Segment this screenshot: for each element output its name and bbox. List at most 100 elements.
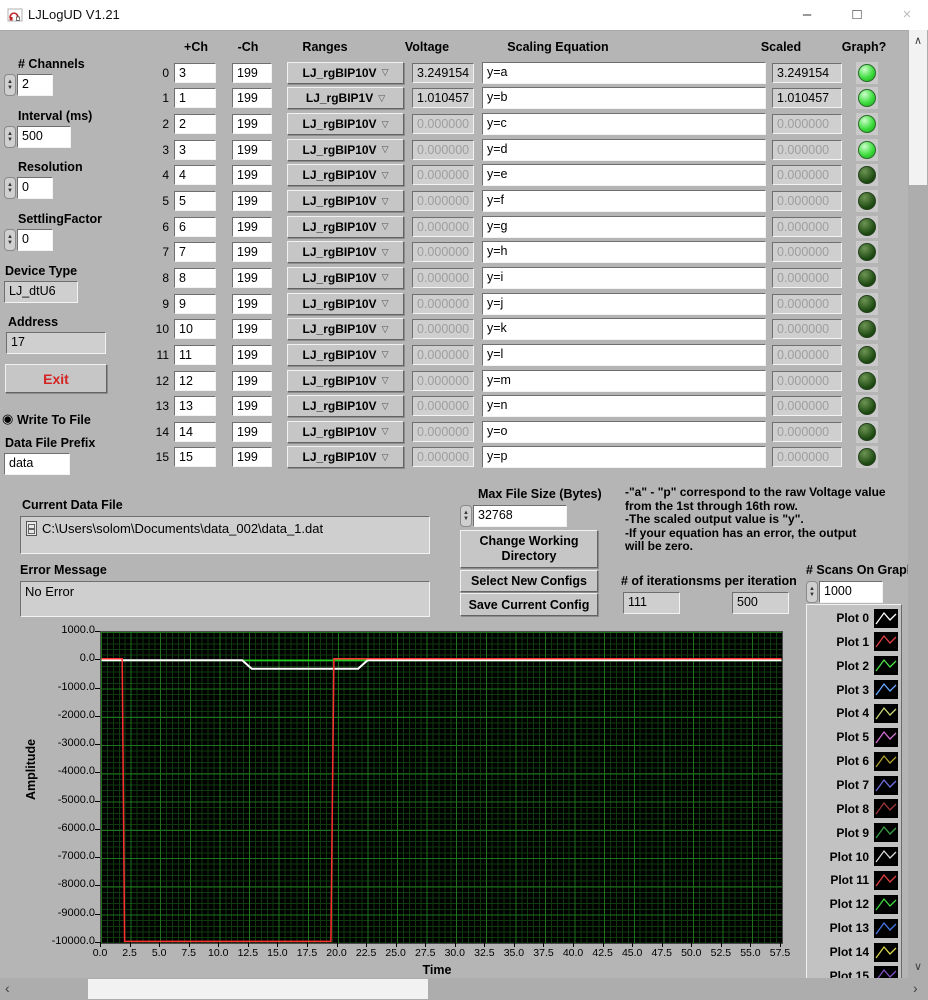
- horizontal-scrollbar[interactable]: ‹ ›: [0, 978, 928, 1000]
- range-dropdown[interactable]: LJ_rgBIP10V▽: [287, 139, 404, 161]
- scaling-equation-input[interactable]: y=p: [482, 446, 766, 468]
- scaling-equation-input[interactable]: y=o: [482, 421, 766, 443]
- range-dropdown[interactable]: LJ_rgBIP10V▽: [287, 241, 404, 263]
- legend-item[interactable]: Plot 5: [810, 727, 898, 747]
- path-type-icon[interactable]: [26, 521, 37, 536]
- neg-channel-input[interactable]: 199: [232, 63, 272, 83]
- scaling-equation-input[interactable]: y=j: [482, 293, 766, 315]
- change-working-directory-button[interactable]: Change Working Directory: [460, 530, 598, 568]
- scans-on-graph-input[interactable]: 1000: [819, 581, 883, 603]
- graph-led-toggle[interactable]: [856, 344, 878, 366]
- range-dropdown[interactable]: LJ_rgBIP10V▽: [287, 344, 404, 366]
- range-dropdown[interactable]: LJ_rgBIP10V▽: [287, 446, 404, 468]
- pos-channel-input[interactable]: 1: [174, 88, 216, 108]
- pos-channel-input[interactable]: 11: [174, 345, 216, 365]
- neg-channel-input[interactable]: 199: [232, 191, 272, 211]
- range-dropdown[interactable]: LJ_rgBIP10V▽: [287, 421, 404, 443]
- neg-channel-input[interactable]: 199: [232, 140, 272, 160]
- minimize-button[interactable]: –: [790, 3, 824, 27]
- close-button[interactable]: ×: [890, 3, 924, 27]
- scaling-equation-input[interactable]: y=a: [482, 62, 766, 84]
- data-file-prefix-input[interactable]: data: [4, 453, 70, 475]
- pos-channel-input[interactable]: 2: [174, 114, 216, 134]
- maximize-button[interactable]: □: [840, 3, 874, 27]
- pos-channel-input[interactable]: 3: [174, 140, 216, 160]
- pos-channel-input[interactable]: 5: [174, 191, 216, 211]
- legend-item[interactable]: Plot 11: [810, 870, 898, 890]
- scroll-right-icon[interactable]: ›: [913, 983, 918, 994]
- scaling-equation-input[interactable]: y=k: [482, 318, 766, 340]
- pos-channel-input[interactable]: 14: [174, 422, 216, 442]
- range-dropdown[interactable]: LJ_rgBIP10V▽: [287, 318, 404, 340]
- graph-led-toggle[interactable]: [856, 190, 878, 212]
- interval-input[interactable]: 500: [17, 126, 71, 148]
- neg-channel-input[interactable]: 199: [232, 422, 272, 442]
- legend-item[interactable]: Plot 8: [810, 799, 898, 819]
- legend-item[interactable]: Plot 1: [810, 632, 898, 652]
- legend-item[interactable]: Plot 9: [810, 823, 898, 843]
- pos-channel-input[interactable]: 15: [174, 447, 216, 467]
- scaling-equation-input[interactable]: y=f: [482, 190, 766, 212]
- interval-spinner[interactable]: ▲▼: [4, 126, 16, 148]
- graph-led-toggle[interactable]: [856, 62, 878, 84]
- graph-led-toggle[interactable]: [856, 87, 878, 109]
- max-file-size-input[interactable]: 32768: [473, 505, 567, 527]
- pos-channel-input[interactable]: 13: [174, 396, 216, 416]
- range-dropdown[interactable]: LJ_rgBIP10V▽: [287, 62, 404, 84]
- settling-spinner[interactable]: ▲▼: [4, 229, 16, 251]
- exit-button[interactable]: Exit: [5, 364, 107, 393]
- neg-channel-input[interactable]: 199: [232, 268, 272, 288]
- scaling-equation-input[interactable]: y=e: [482, 164, 766, 186]
- legend-item[interactable]: Plot 3: [810, 680, 898, 700]
- channels-input[interactable]: 2: [17, 74, 53, 96]
- neg-channel-input[interactable]: 199: [232, 396, 272, 416]
- select-new-configs-button[interactable]: Select New Configs: [460, 570, 598, 592]
- neg-channel-input[interactable]: 199: [232, 294, 272, 314]
- range-dropdown[interactable]: LJ_rgBIP10V▽: [287, 164, 404, 186]
- range-dropdown[interactable]: LJ_rgBIP10V▽: [287, 267, 404, 289]
- pos-channel-input[interactable]: 6: [174, 217, 216, 237]
- scroll-up-icon[interactable]: ∧: [914, 36, 922, 47]
- pos-channel-input[interactable]: 10: [174, 319, 216, 339]
- legend-item[interactable]: Plot 13: [810, 918, 898, 938]
- legend-item[interactable]: Plot 10: [810, 847, 898, 867]
- range-dropdown[interactable]: LJ_rgBIP10V▽: [287, 113, 404, 135]
- pos-channel-input[interactable]: 9: [174, 294, 216, 314]
- pos-channel-input[interactable]: 3: [174, 63, 216, 83]
- scaling-equation-input[interactable]: y=d: [482, 139, 766, 161]
- resolution-spinner[interactable]: ▲▼: [4, 177, 16, 199]
- range-dropdown[interactable]: LJ_rgBIP10V▽: [287, 293, 404, 315]
- graph-led-toggle[interactable]: [856, 139, 878, 161]
- scans-spinner[interactable]: ▲▼: [806, 581, 818, 603]
- legend-item[interactable]: Plot 14: [810, 942, 898, 962]
- graph-led-toggle[interactable]: [856, 370, 878, 392]
- neg-channel-input[interactable]: 199: [232, 447, 272, 467]
- range-dropdown[interactable]: LJ_rgBIP10V▽: [287, 395, 404, 417]
- graph-led-toggle[interactable]: [856, 267, 878, 289]
- graph-led-toggle[interactable]: [856, 395, 878, 417]
- range-dropdown[interactable]: LJ_rgBIP1V▽: [287, 87, 404, 109]
- legend-item[interactable]: Plot 7: [810, 775, 898, 795]
- resolution-input[interactable]: 0: [17, 177, 53, 199]
- legend-item[interactable]: Plot 12: [810, 894, 898, 914]
- neg-channel-input[interactable]: 199: [232, 242, 272, 262]
- range-dropdown[interactable]: LJ_rgBIP10V▽: [287, 370, 404, 392]
- scaling-equation-input[interactable]: y=m: [482, 370, 766, 392]
- neg-channel-input[interactable]: 199: [232, 345, 272, 365]
- neg-channel-input[interactable]: 199: [232, 319, 272, 339]
- scaling-equation-input[interactable]: y=i: [482, 267, 766, 289]
- range-dropdown[interactable]: LJ_rgBIP10V▽: [287, 216, 404, 238]
- graph-led-toggle[interactable]: [856, 113, 878, 135]
- scaling-equation-input[interactable]: y=h: [482, 241, 766, 263]
- save-current-config-button[interactable]: Save Current Config: [460, 593, 598, 616]
- graph-led-toggle[interactable]: [856, 241, 878, 263]
- range-dropdown[interactable]: LJ_rgBIP10V▽: [287, 190, 404, 212]
- graph-led-toggle[interactable]: [856, 421, 878, 443]
- scroll-left-icon[interactable]: ‹: [5, 983, 10, 994]
- scaling-equation-input[interactable]: y=l: [482, 344, 766, 366]
- scaling-equation-input[interactable]: y=c: [482, 113, 766, 135]
- pos-channel-input[interactable]: 4: [174, 165, 216, 185]
- neg-channel-input[interactable]: 199: [232, 114, 272, 134]
- settling-input[interactable]: 0: [17, 229, 53, 251]
- scaling-equation-input[interactable]: y=n: [482, 395, 766, 417]
